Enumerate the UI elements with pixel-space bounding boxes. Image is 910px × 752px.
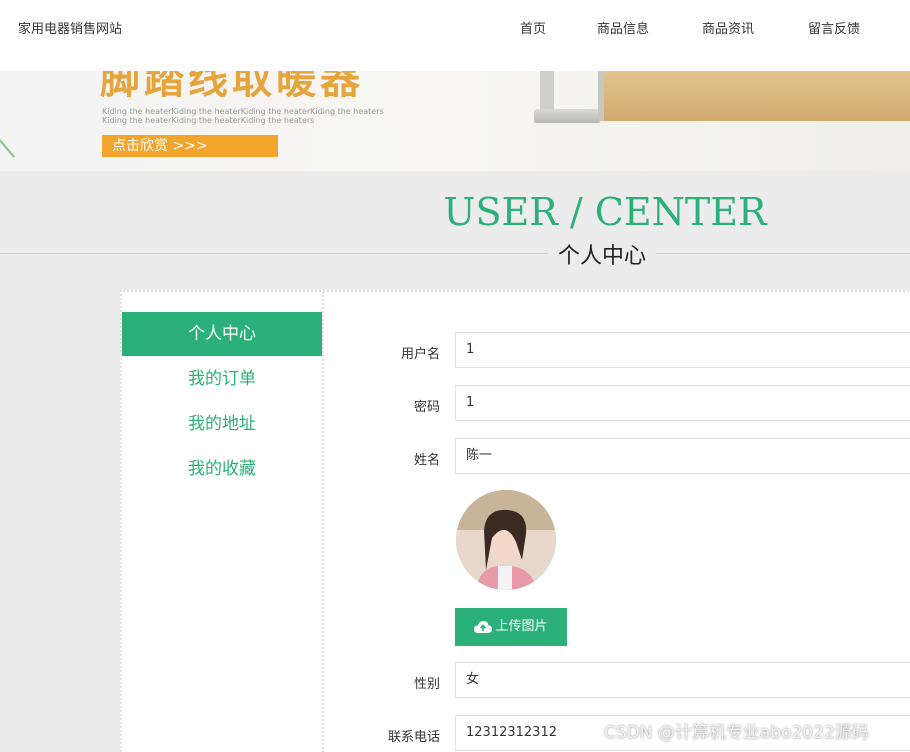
heater-image [540, 71, 554, 111]
password-field[interactable]: 1 [455, 385, 910, 421]
upload-button-label: 上传图片 [495, 619, 548, 634]
avatar [456, 490, 556, 590]
csdn-watermark: CSDN @计算机专业abo2022源码 [604, 723, 869, 743]
section-title-cn: 个人中心 [548, 238, 657, 270]
user-sidebar: 个人中心 我的订单 我的地址 我的收藏 [122, 292, 324, 752]
section-divider [0, 253, 910, 254]
main-nav: 首页 商品信息 商品资讯 留言反馈 [0, 18, 910, 38]
leaf-decoration [0, 114, 38, 158]
nav-feedback[interactable]: 留言反馈 [808, 18, 860, 37]
top-header: 家用电器销售网站 首页 商品信息 商品资讯 留言反馈 [0, 0, 910, 71]
sidebar-item-profile[interactable]: 个人中心 [122, 312, 322, 356]
nav-products[interactable]: 商品信息 [597, 18, 649, 37]
phone-label: 联系电话 [387, 730, 440, 745]
heater-foot-image [534, 109, 600, 123]
section-title-en: USER / CENTER [443, 190, 767, 234]
name-field[interactable]: 陈一 [455, 438, 910, 474]
nav-home[interactable]: 首页 [520, 18, 546, 37]
user-center-panel: 个人中心 我的订单 我的地址 我的收藏 用户名 1 密码 1 姓名 陈一 上传图… [120, 290, 910, 752]
sidebar-item-favorites[interactable]: 我的收藏 [122, 447, 322, 491]
gender-field[interactable]: 女 [455, 662, 910, 698]
cloud-upload-icon [474, 620, 493, 633]
promo-banner[interactable]: 脚踏线取暖器 Kiding the heaterKiding the heate… [0, 71, 910, 171]
sidebar-item-address[interactable]: 我的地址 [122, 402, 322, 446]
username-label: 用户名 [400, 347, 440, 362]
heater-panel-image [598, 71, 910, 121]
password-label: 密码 [413, 400, 440, 415]
upload-image-button[interactable]: 上传图片 [455, 608, 567, 646]
banner-subtext: Kiding the heaterKiding the heaterKiding… [102, 116, 315, 125]
gender-label: 性别 [413, 677, 440, 692]
username-field[interactable]: 1 [455, 332, 910, 368]
sidebar-item-orders[interactable]: 我的订单 [122, 357, 322, 401]
banner-headline: 脚踏线取暖器 [100, 71, 364, 103]
nav-news[interactable]: 商品资讯 [702, 18, 754, 37]
name-label: 姓名 [413, 453, 440, 468]
banner-cta-button[interactable]: 点击欣赏 >>> [102, 135, 278, 157]
banner-subtext: Kiding the heaterKiding the heaterKiding… [102, 107, 384, 116]
